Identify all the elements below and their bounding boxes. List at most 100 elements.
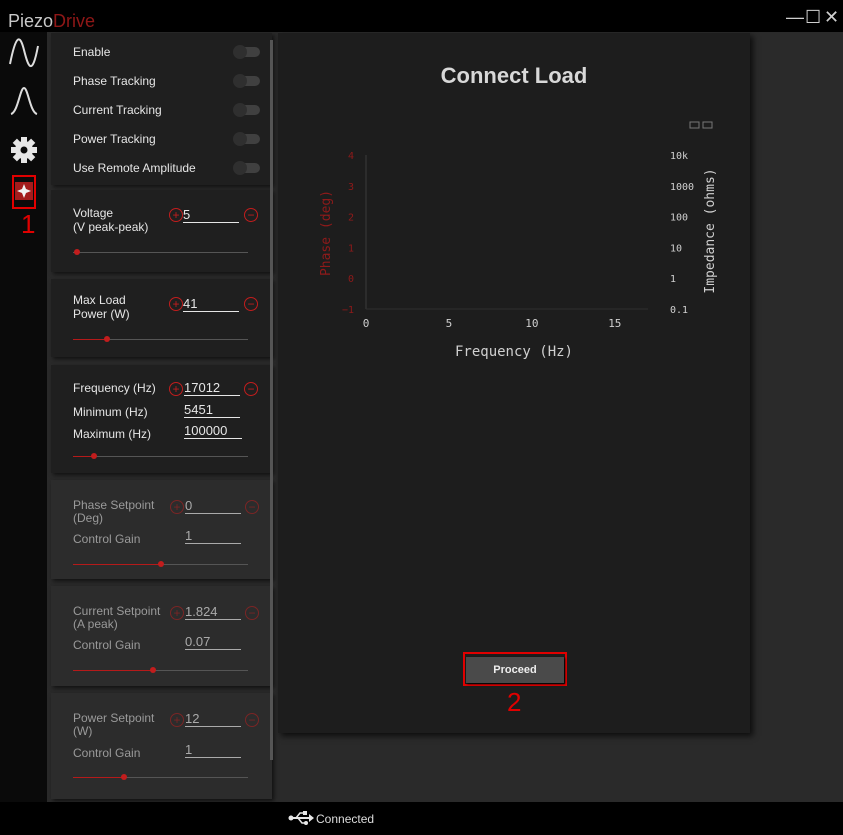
- settings-scrollbar[interactable]: [270, 40, 273, 760]
- frequency-slider-track[interactable]: [73, 456, 248, 457]
- remote-amplitude-toggle[interactable]: [233, 161, 260, 175]
- power-setpoint-decrease-button[interactable]: −: [245, 713, 259, 727]
- gear-icon[interactable]: [6, 132, 42, 168]
- toggle-label-enable: Enable: [73, 45, 111, 59]
- voltage-increase-button[interactable]: +: [169, 208, 183, 222]
- power-setpoint-panel: Power Setpoint (W) + 12 − Control Gain 1: [51, 693, 272, 799]
- toggle-label-remote-amplitude: Use Remote Amplitude: [73, 161, 196, 175]
- y-left-tick-label: 2: [348, 213, 354, 224]
- y-right-tick-label: 1000: [670, 182, 694, 193]
- max-load-increase-button[interactable]: +: [169, 297, 183, 311]
- current-setpoint-slider-thumb[interactable]: [150, 667, 156, 673]
- annotation-number-1: 1: [21, 209, 36, 239]
- zoom-icon: [689, 121, 700, 129]
- power-setpoint-increase-button[interactable]: +: [170, 713, 184, 727]
- toggles-panel: Enable Phase Tracking Current Tracking P…: [51, 33, 272, 185]
- y-left-tick-label: 0: [348, 274, 354, 285]
- voltage-unit-label: (V peak-peak): [73, 220, 149, 234]
- current-setpoint-decrease-button[interactable]: −: [245, 606, 259, 620]
- toggle-label-phase-tracking: Phase Tracking: [73, 74, 156, 88]
- x-tick-label: 10: [525, 317, 538, 330]
- y-right-tick-label: 1: [670, 274, 676, 285]
- frequency-panel: Frequency (Hz) + 17012 − Minimum (Hz) 54…: [51, 365, 272, 473]
- y-left-tick-label: −1: [342, 305, 354, 316]
- minimize-button[interactable]: —: [786, 8, 804, 26]
- close-button[interactable]: ✕: [824, 8, 839, 26]
- y-right-tick-labels: 0.1 1 10 100 1000 10k: [670, 151, 694, 316]
- frequency-input[interactable]: 17012: [184, 380, 240, 396]
- power-tracking-toggle[interactable]: [233, 132, 260, 146]
- max-load-slider-thumb[interactable]: [104, 336, 110, 342]
- voltage-input[interactable]: 5: [183, 207, 239, 223]
- voltage-panel: Voltage (V peak-peak) + 5 −: [51, 190, 272, 272]
- y-right-tick-label: 100: [670, 213, 688, 224]
- current-setpoint-increase-button[interactable]: +: [170, 606, 184, 620]
- connect-load-panel: Connect Load 0 5 10 15 −1 0 1 2 3 4 0.1 1 10 100 100…: [278, 33, 750, 733]
- frequency-slider-thumb[interactable]: [91, 453, 97, 459]
- left-nav-rail: 1: [0, 32, 47, 802]
- y-right-tick-label: 10k: [670, 151, 688, 162]
- current-control-gain-input[interactable]: 0.07: [185, 634, 241, 650]
- phase-setpoint-slider-fill: [73, 564, 161, 565]
- current-setpoint-input[interactable]: 1.824: [185, 604, 241, 620]
- sine-wave-icon[interactable]: [6, 36, 42, 72]
- brand-logo: PiezoDrive: [8, 11, 95, 31]
- phase-tracking-toggle[interactable]: [233, 74, 260, 88]
- power-control-gain-input[interactable]: 1: [185, 742, 241, 758]
- reset-icon: [702, 121, 713, 129]
- current-control-gain-label: Control Gain: [73, 638, 141, 652]
- maximum-frequency-input[interactable]: 100000: [184, 423, 242, 439]
- phase-setpoint-slider-thumb[interactable]: [158, 561, 164, 567]
- voltage-slider-thumb[interactable]: [74, 249, 80, 255]
- minimum-frequency-input[interactable]: 5451: [184, 402, 240, 418]
- y-right-tick-label: 10: [670, 243, 682, 254]
- voltage-slider-track[interactable]: [73, 252, 248, 253]
- connection-status: Connected: [316, 812, 375, 826]
- page-title: Connect Load: [440, 63, 588, 88]
- current-setpoint-label: Current Setpoint: [73, 604, 161, 618]
- brand-part-2: Drive: [53, 11, 96, 31]
- phase-setpoint-unit-label: (Deg): [73, 511, 104, 525]
- current-tracking-toggle[interactable]: [233, 103, 260, 117]
- peak-icon[interactable]: [6, 84, 42, 120]
- max-load-unit-label: Power (W): [73, 307, 130, 321]
- power-setpoint-unit-label: (W): [73, 724, 93, 738]
- y-left-axis-label: Phase (deg): [319, 190, 334, 276]
- x-tick-label: 0: [363, 317, 370, 330]
- y-right-tick-label: 0.1: [670, 305, 688, 316]
- piezo-drive-icon[interactable]: [15, 182, 33, 200]
- y-left-tick-label: 3: [348, 182, 354, 193]
- current-setpoint-slider-fill: [73, 670, 153, 671]
- power-setpoint-input[interactable]: 12: [185, 711, 241, 727]
- max-load-slider-fill: [73, 339, 107, 340]
- title-bar: PiezoDrive — ☐ ✕: [0, 0, 843, 32]
- frequency-decrease-button[interactable]: −: [244, 382, 258, 396]
- maximize-button[interactable]: ☐: [805, 8, 821, 26]
- phase-setpoint-decrease-button[interactable]: −: [245, 500, 259, 514]
- usb-icon: [288, 811, 314, 830]
- chart-toolbar-icons: [689, 121, 713, 129]
- y-right-axis-label: Impedance (ohms): [703, 168, 718, 293]
- power-setpoint-slider-thumb[interactable]: [121, 774, 127, 780]
- phase-setpoint-input[interactable]: 0: [185, 498, 241, 514]
- proceed-button[interactable]: Proceed: [466, 657, 564, 683]
- max-load-input[interactable]: 41: [183, 296, 239, 312]
- frequency-label: Frequency (Hz): [73, 381, 156, 395]
- frequency-increase-button[interactable]: +: [169, 382, 183, 396]
- toggle-label-power-tracking: Power Tracking: [73, 132, 156, 146]
- phase-setpoint-increase-button[interactable]: +: [170, 500, 184, 514]
- power-control-gain-label: Control Gain: [73, 746, 141, 760]
- voltage-label: Voltage: [73, 206, 114, 220]
- max-load-label: Max Load: [73, 293, 126, 307]
- annotation-number-2: 2: [507, 687, 522, 717]
- max-load-decrease-button[interactable]: −: [244, 297, 258, 311]
- minimum-frequency-label: Minimum (Hz): [73, 405, 148, 419]
- voltage-decrease-button[interactable]: −: [244, 208, 258, 222]
- x-axis-label: Frequency (Hz): [455, 344, 573, 360]
- maximum-frequency-label: Maximum (Hz): [73, 427, 151, 441]
- enable-toggle[interactable]: [233, 45, 260, 59]
- y-left-tick-labels: −1 0 1 2 3 4: [342, 151, 354, 316]
- power-setpoint-label: Power Setpoint: [73, 711, 155, 725]
- current-setpoint-panel: Current Setpoint (A peak) + 1.824 − Cont…: [51, 586, 272, 686]
- phase-control-gain-input[interactable]: 1: [185, 528, 241, 544]
